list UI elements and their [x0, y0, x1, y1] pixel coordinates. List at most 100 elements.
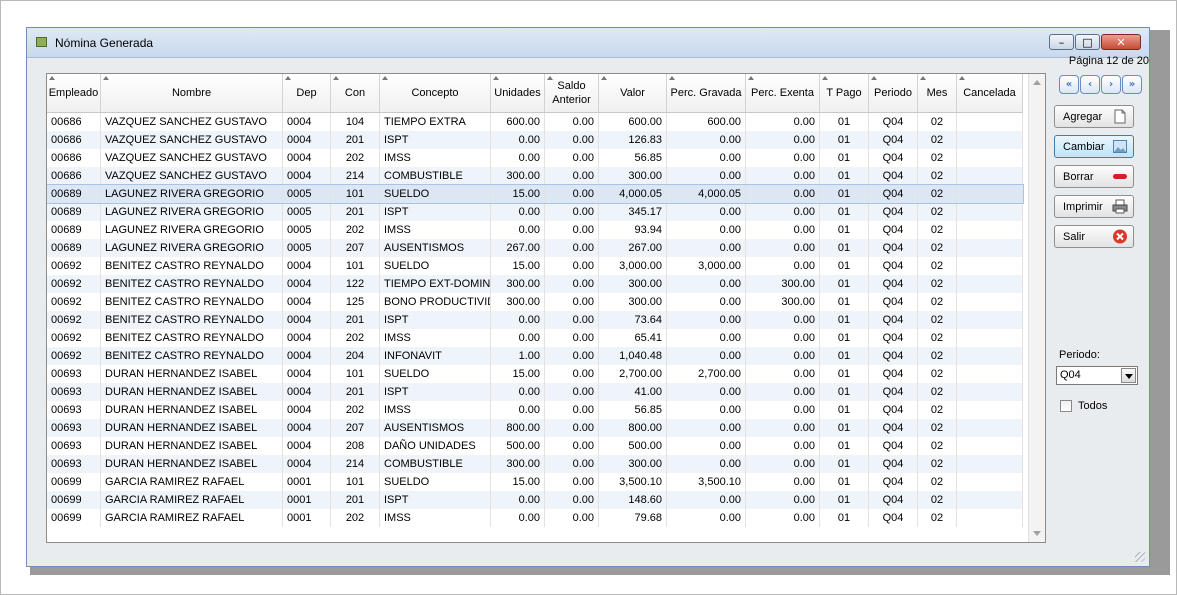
table-row[interactable]: 00693 DURAN HERNANDEZ ISABEL 0004 214 COMBUS…	[47, 455, 1023, 473]
table-row[interactable]: 00692 BENITEZ CASTRO REYNALDO 0004 122 TIEMP…	[47, 275, 1023, 293]
table-row[interactable]: 00686 VAZQUEZ SANCHEZ GUSTAVO 0004 202 IMSS 0…	[47, 149, 1023, 167]
table-cell: 0.00	[545, 113, 599, 131]
table-cell: 207	[331, 239, 380, 257]
table-cell: 0004	[283, 311, 331, 329]
table-cell: 01	[820, 131, 869, 149]
table-row[interactable]: 00692 BENITEZ CASTRO REYNALDO 0004 201 ISPT 0…	[47, 311, 1023, 329]
table-row[interactable]: 00689 LAGUNEZ RIVERA GREGORIO 0005 201 ISPT 0…	[47, 203, 1023, 221]
table-cell: 500.00	[599, 437, 667, 455]
next-page-button[interactable]: ›	[1101, 75, 1121, 94]
table-cell: 0.00	[667, 131, 746, 149]
column-header[interactable]: Saldo Anterior	[545, 74, 599, 112]
column-header[interactable]: Cancelada	[957, 74, 1023, 112]
chevron-down-icon[interactable]	[1121, 368, 1136, 383]
table-cell: 0.00	[491, 509, 545, 527]
table-row[interactable]: 00693 DURAN HERNANDEZ ISABEL 0004 202 IMSS 0.…	[47, 401, 1023, 419]
column-header[interactable]: Mes	[918, 74, 957, 112]
title-bar[interactable]: Nómina Generada – □ ✕	[27, 28, 1149, 58]
table-row[interactable]: 00686 VAZQUEZ SANCHEZ GUSTAVO 0004 201 ISPT 0…	[47, 131, 1023, 149]
table-cell: IMSS	[380, 221, 491, 239]
table-cell: 0.00	[746, 311, 820, 329]
table-row[interactable]: 00686 VAZQUEZ SANCHEZ GUSTAVO 0004 104 TIEMP…	[47, 113, 1023, 131]
table-cell: 0.00	[746, 149, 820, 167]
payroll-grid[interactable]: Empleado Nombre Dep Con Concepto Unidades Sald…	[46, 73, 1046, 543]
table-cell: 01	[820, 383, 869, 401]
table-row[interactable]: 00699 GARCIA RAMIREZ RAFAEL 0001 202 IMSS 0.0…	[47, 509, 1023, 527]
change-button[interactable]: Cambiar	[1054, 135, 1134, 158]
table-cell: 0.00	[545, 491, 599, 509]
first-page-button[interactable]: «	[1059, 75, 1079, 94]
print-button[interactable]: Imprimir	[1054, 195, 1134, 218]
table-cell: 207	[331, 419, 380, 437]
table-cell	[957, 329, 1023, 347]
column-header[interactable]: Periodo	[869, 74, 918, 112]
table-row[interactable]: 00699 GARCIA RAMIREZ RAFAEL 0001 201 ISPT 0.0…	[47, 491, 1023, 509]
table-row[interactable]: 00692 BENITEZ CASTRO REYNALDO 0004 101 SUELD…	[47, 257, 1023, 275]
column-header[interactable]: Concepto	[380, 74, 491, 112]
table-cell: 0.00	[491, 131, 545, 149]
table-row[interactable]: 00693 DURAN HERNANDEZ ISABEL 0004 207 AUSENT…	[47, 419, 1023, 437]
table-cell: 3,500.10	[667, 473, 746, 491]
table-cell: 01	[820, 293, 869, 311]
table-row[interactable]: 00689 LAGUNEZ RIVERA GREGORIO 0005 202 IMSS 0…	[47, 221, 1023, 239]
column-header[interactable]: Nombre	[101, 74, 283, 112]
table-row[interactable]: 00699 GARCIA RAMIREZ RAFAEL 0001 101 SUELDO 1…	[47, 473, 1023, 491]
table-cell: 15.00	[491, 473, 545, 491]
table-cell: 02	[918, 383, 957, 401]
table-cell	[957, 167, 1023, 185]
add-button[interactable]: Agregar	[1054, 105, 1134, 128]
table-row[interactable]: 00686 VAZQUEZ SANCHEZ GUSTAVO 0004 214 COMBU…	[47, 167, 1023, 185]
table-row[interactable]: 00693 DURAN HERNANDEZ ISABEL 0004 101 SUELDO…	[47, 365, 1023, 383]
delete-button[interactable]: Borrar	[1054, 165, 1134, 188]
column-header[interactable]: Perc. Exenta	[746, 74, 820, 112]
prev-page-button[interactable]: ‹	[1080, 75, 1100, 94]
column-header[interactable]: Con	[331, 74, 380, 112]
close-button[interactable]: ✕	[1101, 34, 1141, 50]
table-cell: 101	[331, 473, 380, 491]
table-cell: 2,700.00	[599, 365, 667, 383]
resize-grip-icon[interactable]	[1135, 552, 1145, 562]
table-row[interactable]: 00689 LAGUNEZ RIVERA GREGORIO 0005 101 SUELD…	[47, 184, 1024, 204]
table-cell: BENITEZ CASTRO REYNALDO	[101, 257, 283, 275]
table-cell: ISPT	[380, 383, 491, 401]
table-cell: 300.00	[491, 167, 545, 185]
table-row[interactable]: 00689 LAGUNEZ RIVERA GREGORIO 0005 207 AUSEN…	[47, 239, 1023, 257]
column-header[interactable]: Perc. Gravada	[667, 74, 746, 112]
picture-icon	[1113, 140, 1127, 153]
column-header[interactable]: Unidades	[491, 74, 545, 112]
table-cell: 0.00	[667, 509, 746, 527]
scroll-down-icon[interactable]	[1033, 531, 1041, 536]
table-cell: 0.00	[491, 149, 545, 167]
table-cell: INFONAVIT	[380, 347, 491, 365]
todos-checkbox[interactable]	[1060, 400, 1072, 412]
table-cell	[957, 131, 1023, 149]
column-header[interactable]: Valor	[599, 74, 667, 112]
table-row[interactable]: 00692 BENITEZ CASTRO REYNALDO 0004 204 INFON…	[47, 347, 1023, 365]
table-cell: Q04	[869, 113, 918, 131]
table-cell: 02	[918, 329, 957, 347]
table-cell: 0001	[283, 509, 331, 527]
table-cell: 00699	[47, 473, 101, 491]
table-cell: 202	[331, 329, 380, 347]
table-row[interactable]: 00693 DURAN HERNANDEZ ISABEL 0004 208 DAÑO U…	[47, 437, 1023, 455]
table-cell: 15.00	[491, 365, 545, 383]
table-cell: 148.60	[599, 491, 667, 509]
scroll-up-icon[interactable]	[1033, 80, 1041, 85]
table-cell: 0004	[283, 419, 331, 437]
column-header[interactable]: Empleado	[47, 74, 101, 112]
column-header[interactable]: T Pago	[820, 74, 869, 112]
column-header[interactable]: Dep	[283, 74, 331, 112]
minimize-button[interactable]: –	[1049, 34, 1074, 50]
table-row[interactable]: 00692 BENITEZ CASTRO REYNALDO 0004 125 BONO …	[47, 293, 1023, 311]
maximize-button[interactable]: □	[1075, 34, 1100, 50]
table-row[interactable]: 00692 BENITEZ CASTRO REYNALDO 0004 202 IMSS 0…	[47, 329, 1023, 347]
table-cell: 00692	[47, 311, 101, 329]
table-cell: 01	[820, 491, 869, 509]
table-cell: 02	[918, 275, 957, 293]
vertical-scrollbar[interactable]	[1028, 74, 1045, 542]
table-cell: IMSS	[380, 401, 491, 419]
last-page-button[interactable]: »	[1122, 75, 1142, 94]
periodo-select[interactable]: Q04	[1056, 366, 1138, 385]
exit-button[interactable]: Salir	[1054, 225, 1134, 248]
table-row[interactable]: 00693 DURAN HERNANDEZ ISABEL 0004 201 ISPT 0.…	[47, 383, 1023, 401]
